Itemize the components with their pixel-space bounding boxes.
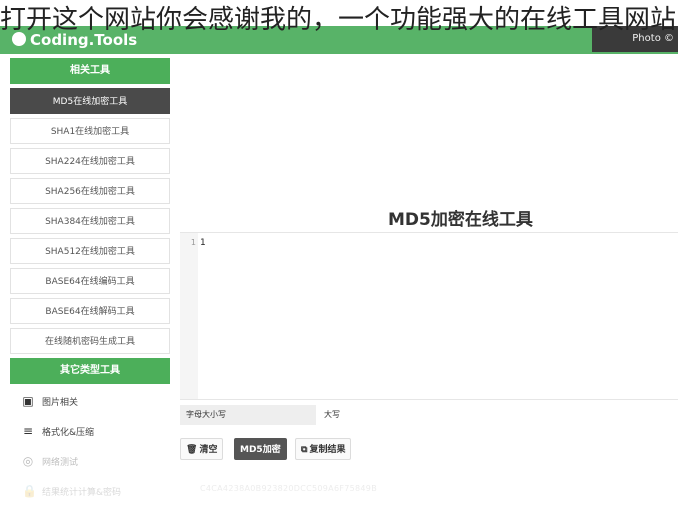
result-output[interactable]: C4CA4238A0B923820DCC509A6F75849B	[180, 478, 678, 500]
sidebar-item-image[interactable]: ▣ 图片相关	[10, 388, 170, 414]
input-editor[interactable]: 1 1	[180, 232, 678, 400]
trash-icon: 🗑	[186, 445, 198, 455]
sidebar-item-sha512[interactable]: SHA512在线加密工具	[10, 238, 170, 264]
network-icon: ◎	[22, 454, 34, 468]
overlay-caption: 打开这个网站你会感谢我的，一个功能强大的在线工具网站	[0, 5, 677, 35]
sidebar-item-sha384[interactable]: SHA384在线加密工具	[10, 208, 170, 234]
sidebar: 相关工具 MD5在线加密工具 SHA1在线加密工具 SHA224在线加密工具 S…	[10, 58, 170, 508]
sidebar-item-base64-encode[interactable]: BASE64在线编码工具	[10, 268, 170, 294]
other-tools-heading: 其它类型工具	[10, 358, 170, 384]
sidebar-item-label: 格式化&压缩	[42, 428, 95, 438]
result-value: C4CA4238A0B923820DCC509A6F75849B	[200, 484, 377, 493]
clear-button[interactable]: 🗑 清空	[180, 438, 224, 460]
image-icon: ▣	[22, 394, 34, 408]
clear-button-label: 清空	[199, 445, 218, 455]
format-icon: ≡	[22, 424, 34, 438]
sidebar-item-random-password[interactable]: 在线随机密码生成工具	[10, 328, 170, 354]
related-tools-heading: 相关工具	[10, 58, 170, 84]
sidebar-item-sha1[interactable]: SHA1在线加密工具	[10, 118, 170, 144]
case-select[interactable]: 大写	[324, 405, 340, 425]
sidebar-item-network[interactable]: ◎ 网络测试	[10, 448, 170, 474]
case-label: 字母大小写	[180, 405, 316, 425]
sidebar-item-label: 图片相关	[42, 398, 79, 408]
editor-content[interactable]: 1	[200, 233, 206, 253]
copy-button-label: 复制结果	[309, 445, 346, 455]
sidebar-item-md5[interactable]: MD5在线加密工具	[10, 88, 170, 114]
sidebar-item-format[interactable]: ≡ 格式化&压缩	[10, 418, 170, 444]
line-number-gutter: 1	[180, 233, 198, 399]
copy-icon: ⧉	[301, 445, 308, 455]
sidebar-item-sha224[interactable]: SHA224在线加密工具	[10, 148, 170, 174]
sidebar-item-label: 网络测试	[42, 458, 79, 468]
page-title: MD5加密在线工具	[388, 210, 533, 230]
sidebar-item-sha256[interactable]: SHA256在线加密工具	[10, 178, 170, 204]
md5-encrypt-button[interactable]: MD5加密	[234, 438, 287, 460]
copy-result-button[interactable]: ⧉ 复制结果	[295, 438, 352, 460]
case-option-row: 字母大小写 大写	[180, 405, 678, 425]
lock-icon: 🔒	[22, 484, 37, 498]
sidebar-item-label: 结果统计计算&密码	[42, 488, 122, 498]
sidebar-item-base64-decode[interactable]: BASE64在线解码工具	[10, 298, 170, 324]
sidebar-item-calc[interactable]: 🔒 结果统计计算&密码	[10, 478, 170, 504]
